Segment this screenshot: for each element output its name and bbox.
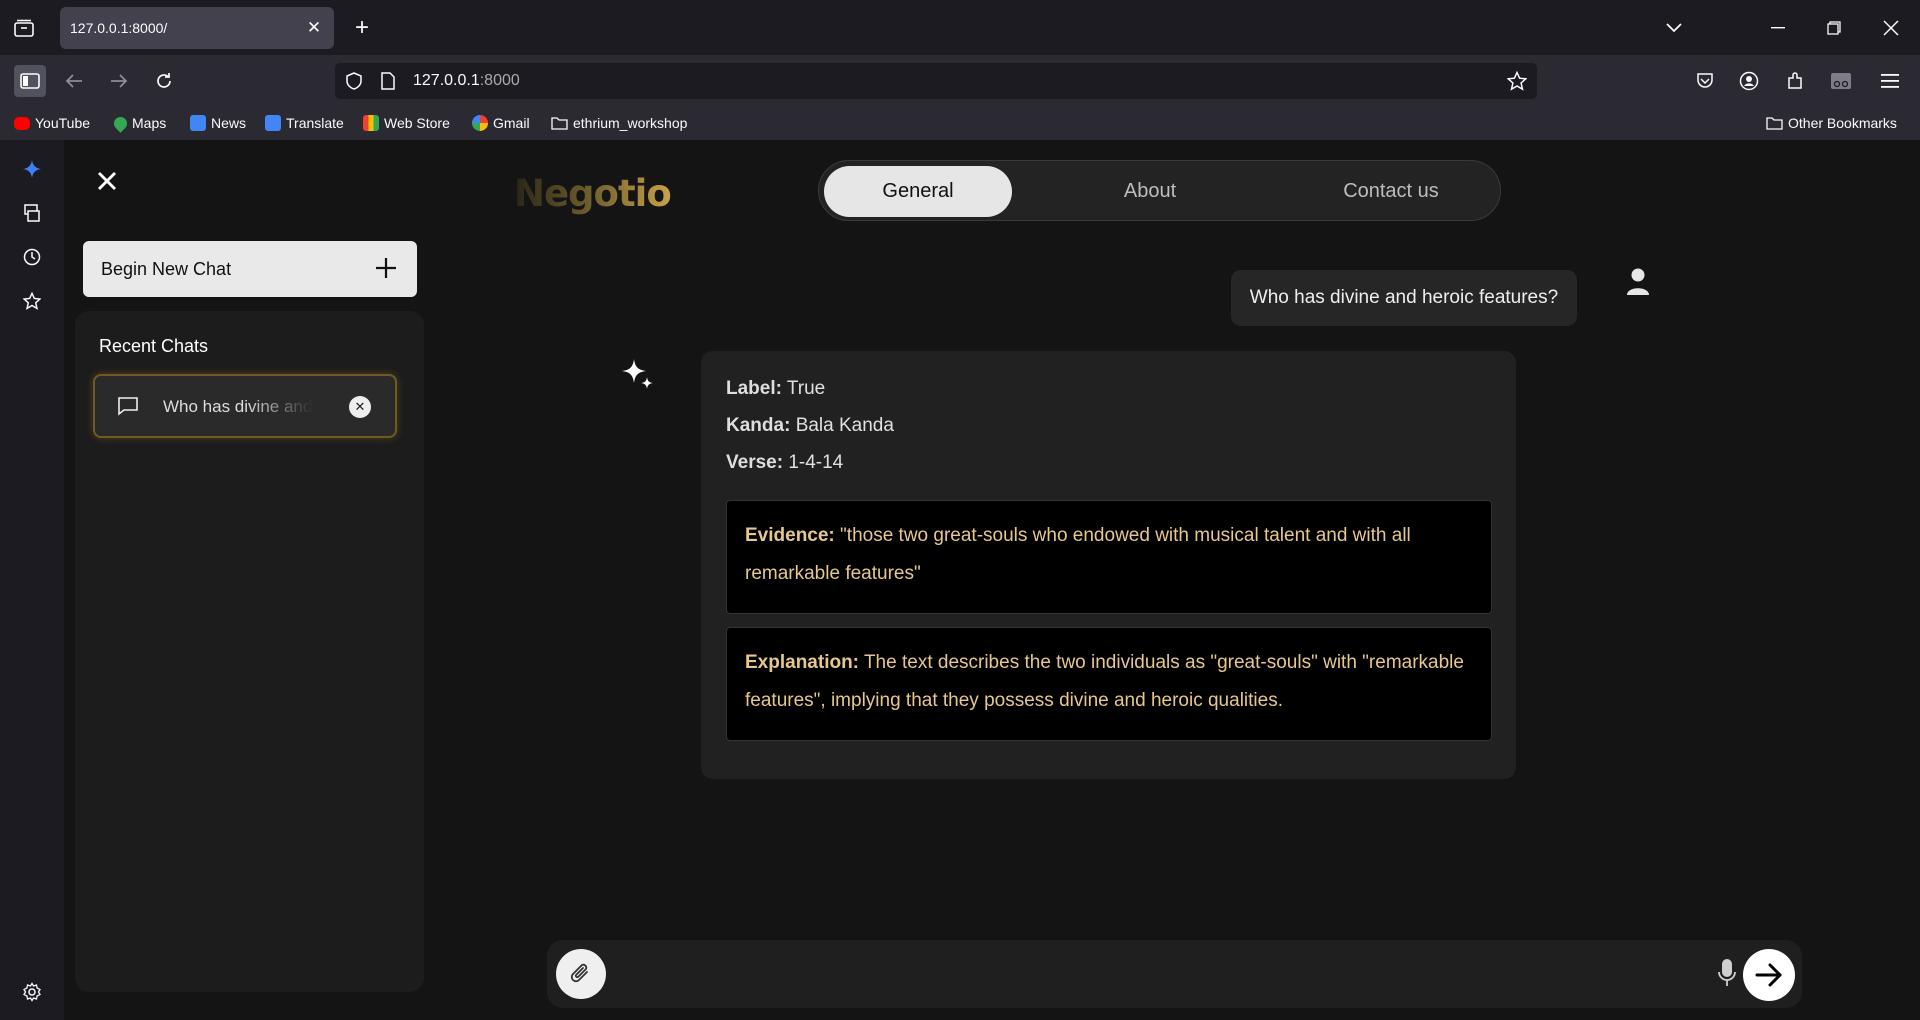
bookmark-label: Web Store <box>384 115 450 131</box>
bookmark-label: ethrium_workshop <box>573 115 688 131</box>
maps-icon <box>111 113 130 133</box>
answer-label-row: Label: True <box>726 378 825 400</box>
bookmark-star-icon[interactable] <box>1506 70 1528 96</box>
youtube-icon <box>14 116 30 130</box>
pocket-icon[interactable] <box>1689 65 1721 97</box>
tab-list-icon[interactable] <box>12 16 36 40</box>
logo: Negotio <box>514 172 672 215</box>
chevron-down-icon[interactable] <box>1660 14 1688 42</box>
bookmark-gmail[interactable]: Gmail <box>472 113 530 133</box>
new-chat-label: Begin New Chat <box>101 258 232 279</box>
url-bar[interactable]: 127.0.0.1:8000 <box>335 63 1537 99</box>
translate-icon <box>265 115 281 131</box>
tab-contact-us[interactable]: Contact us <box>1293 166 1489 217</box>
label-key: Label: <box>726 378 782 399</box>
url-host: 127.0.0.1 <box>413 72 480 89</box>
attach-paperclip-icon[interactable] <box>556 949 606 999</box>
message-input-bar[interactable] <box>547 940 1802 1008</box>
verse-key: Verse: <box>726 452 784 473</box>
new-tab-icon[interactable]: + <box>348 14 376 42</box>
tab-about[interactable]: About <box>1056 166 1244 217</box>
browser-tab-bar: 127.0.0.1:8000/ ✕ + <box>0 0 1920 55</box>
sidebar-toggle-icon[interactable] <box>14 65 46 97</box>
menu-icon[interactable] <box>1874 65 1906 97</box>
tab-title: 127.0.0.1:8000/ <box>70 20 168 36</box>
user-message: Who has divine and heroic features? <box>1231 270 1577 326</box>
tab-general[interactable]: General <box>824 166 1012 217</box>
google-icon <box>472 115 488 131</box>
ai-chatbot-icon[interactable] <box>20 157 44 181</box>
url-port: :8000 <box>479 72 520 89</box>
arrow-right-icon <box>1755 963 1782 987</box>
bookmark-translate[interactable]: Translate <box>265 113 344 133</box>
bookmark-label: YouTube <box>35 115 91 131</box>
bookmark-youtube[interactable]: YouTube <box>14 113 90 133</box>
history-icon[interactable] <box>20 245 44 269</box>
bookmark-label: News <box>211 115 247 131</box>
restore-icon[interactable] <box>1820 14 1848 42</box>
close-sidebar-icon[interactable] <box>92 166 122 196</box>
kanda-value: Bala Kanda <box>795 415 894 436</box>
extensions-icon[interactable] <box>1779 65 1811 97</box>
recent-chats-panel: Recent Chats Who has divine and heroic f… <box>75 311 424 992</box>
explanation-key: Explanation: <box>745 652 860 673</box>
label-value: True <box>786 378 826 399</box>
answer-verse-row: Verse: 1-4-14 <box>726 452 843 474</box>
folder-icon <box>1766 117 1783 130</box>
browser-nav-bar: 127.0.0.1:8000 <box>0 55 1920 107</box>
other-bookmarks[interactable]: Other Bookmarks <box>1766 113 1897 133</box>
user-avatar-icon <box>1627 268 1653 298</box>
bookmark-news[interactable]: News <box>190 113 246 133</box>
bookmark-label: Translate <box>286 115 344 131</box>
bookmark-label: Maps <box>132 115 167 131</box>
folder-icon <box>551 117 568 130</box>
explanation-box: Explanation: The text describes the two … <box>726 627 1492 741</box>
news-icon <box>190 115 206 131</box>
ai-sparkle-icon <box>621 357 655 391</box>
delete-chat-icon[interactable]: ✕ <box>349 396 371 418</box>
nav-tabs: General About Contact us <box>818 160 1501 221</box>
send-arrow-button[interactable] <box>1743 949 1795 1001</box>
window-close-icon[interactable] <box>1877 14 1905 42</box>
bookmarks-bar: YouTube Maps News Translate Web Store Gm… <box>0 107 1920 140</box>
url-text: 127.0.0.1:8000 <box>413 72 520 90</box>
back-icon[interactable] <box>58 65 90 97</box>
other-bookmarks-label: Other Bookmarks <box>1788 115 1897 131</box>
page-icon <box>381 72 395 95</box>
kanda-key: Kanda: <box>726 415 791 436</box>
minimize-icon[interactable] <box>1764 14 1792 42</box>
bookmarks-star-icon[interactable] <box>20 289 44 313</box>
microphone-icon[interactable] <box>1717 958 1741 990</box>
message-input[interactable] <box>623 954 1703 994</box>
web-store-icon <box>363 115 379 131</box>
recent-chat-item[interactable]: Who has divine and heroic features? ✕ <box>93 374 397 438</box>
begin-new-chat-button[interactable]: Begin New Chat <box>83 241 417 297</box>
forward-icon[interactable] <box>103 65 135 97</box>
settings-gear-icon[interactable] <box>20 980 44 1004</box>
evidence-key: Evidence: <box>745 525 835 546</box>
app-main: Begin New Chat Recent Chats Who has divi… <box>64 140 1920 1020</box>
bookmark-web-store[interactable]: Web Store <box>363 113 450 133</box>
recent-chat-label: Who has divine and heroic features? <box>163 397 313 416</box>
bookmark-folder-ethrium[interactable]: ethrium_workshop <box>551 113 687 133</box>
tab-close-icon[interactable]: ✕ <box>304 18 324 38</box>
reload-icon[interactable] <box>148 65 180 97</box>
plus-icon <box>371 253 401 283</box>
evidence-value: "those two great-souls who endowed with … <box>745 525 1411 584</box>
browser-sidebar-rail <box>0 140 64 1020</box>
reader-icon[interactable] <box>1825 65 1857 97</box>
answer-kanda-row: Kanda: Bala Kanda <box>726 415 894 437</box>
chat-bubble-icon <box>117 396 141 418</box>
verse-value: 1-4-14 <box>788 452 844 473</box>
shield-icon[interactable] <box>345 72 363 95</box>
synced-tabs-icon[interactable] <box>20 201 44 225</box>
answer-card: Label: True Kanda: Bala Kanda Verse: 1-4… <box>701 351 1516 779</box>
evidence-box: Evidence: "those two great-souls who end… <box>726 500 1492 614</box>
bookmark-maps[interactable]: Maps <box>111 113 167 133</box>
bookmark-label: Gmail <box>493 115 530 131</box>
recent-chats-title: Recent Chats <box>99 336 209 356</box>
browser-tab[interactable]: 127.0.0.1:8000/ ✕ <box>60 7 334 49</box>
account-icon[interactable] <box>1733 65 1765 97</box>
